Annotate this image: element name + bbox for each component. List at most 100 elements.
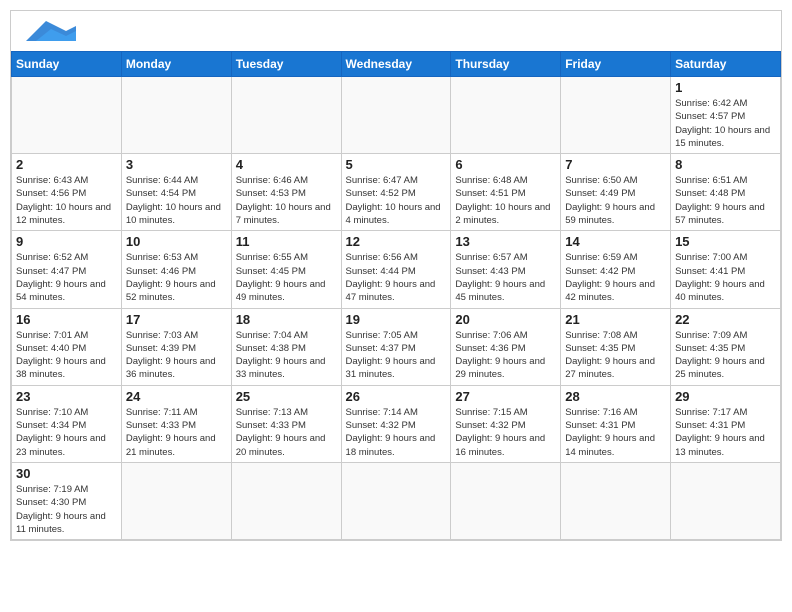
- calendar-cell: [341, 462, 451, 539]
- day-info: Sunrise: 6:53 AM Sunset: 4:46 PM Dayligh…: [126, 251, 227, 304]
- calendar-header-tuesday: Tuesday: [231, 52, 341, 77]
- day-number: 30: [16, 466, 117, 481]
- day-number: 20: [455, 312, 556, 327]
- day-number: 7: [565, 157, 666, 172]
- day-info: Sunrise: 6:48 AM Sunset: 4:51 PM Dayligh…: [455, 174, 556, 227]
- day-number: 18: [236, 312, 337, 327]
- header: [11, 11, 781, 46]
- day-info: Sunrise: 7:16 AM Sunset: 4:31 PM Dayligh…: [565, 406, 666, 459]
- calendar-cell: 23Sunrise: 7:10 AM Sunset: 4:34 PM Dayli…: [12, 385, 122, 462]
- day-number: 14: [565, 234, 666, 249]
- day-number: 6: [455, 157, 556, 172]
- day-number: 3: [126, 157, 227, 172]
- day-info: Sunrise: 7:04 AM Sunset: 4:38 PM Dayligh…: [236, 329, 337, 382]
- calendar-week-row: 16 Sunrise: 7:01 AM Sunset: 4:40 PM Dayli…: [12, 308, 781, 385]
- day-number: 26: [346, 389, 447, 404]
- day-info: Sunrise: 7:11 AM Sunset: 4:33 PM Dayligh…: [126, 406, 227, 459]
- calendar-cell: 8 Sunrise: 6:51 AM Sunset: 4:48 PM Daylig…: [671, 154, 781, 231]
- day-number: 22: [675, 312, 776, 327]
- day-info: Sunrise: 7:06 AM Sunset: 4:36 PM Dayligh…: [455, 329, 556, 382]
- calendar-page: SundayMondayTuesdayWednesdayThursdayFrid…: [10, 10, 782, 541]
- calendar-cell: 16 Sunrise: 7:01 AM Sunset: 4:40 PM Dayli…: [12, 308, 122, 385]
- calendar-cell: [561, 462, 671, 539]
- calendar-week-row: 1Sunrise: 6:42 AM Sunset: 4:57 PM Daylig…: [12, 77, 781, 154]
- calendar-cell: 27Sunrise: 7:15 AM Sunset: 4:32 PM Dayli…: [451, 385, 561, 462]
- calendar-cell: 20 Sunrise: 7:06 AM Sunset: 4:36 PM Dayli…: [451, 308, 561, 385]
- day-info: Sunrise: 7:14 AM Sunset: 4:32 PM Dayligh…: [346, 406, 447, 459]
- day-number: 29: [675, 389, 776, 404]
- day-number: 28: [565, 389, 666, 404]
- calendar-cell: [671, 462, 781, 539]
- day-number: 13: [455, 234, 556, 249]
- day-number: 1: [675, 80, 776, 95]
- calendar-header-sunday: Sunday: [12, 52, 122, 77]
- calendar-cell: 24 Sunrise: 7:11 AM Sunset: 4:33 PM Dayli…: [121, 385, 231, 462]
- day-number: 17: [126, 312, 227, 327]
- day-info: Sunrise: 7:00 AM Sunset: 4:41 PM Dayligh…: [675, 251, 776, 304]
- calendar-cell: 7 Sunrise: 6:50 AM Sunset: 4:49 PM Daylig…: [561, 154, 671, 231]
- calendar-cell: 5 Sunrise: 6:47 AM Sunset: 4:52 PM Daylig…: [341, 154, 451, 231]
- calendar-cell: [561, 77, 671, 154]
- day-number: 11: [236, 234, 337, 249]
- day-number: 16: [16, 312, 117, 327]
- day-info: Sunrise: 6:55 AM Sunset: 4:45 PM Dayligh…: [236, 251, 337, 304]
- day-info: Sunrise: 6:57 AM Sunset: 4:43 PM Dayligh…: [455, 251, 556, 304]
- calendar-table: SundayMondayTuesdayWednesdayThursdayFrid…: [11, 51, 781, 540]
- calendar-cell: 30Sunrise: 7:19 AM Sunset: 4:30 PM Dayli…: [12, 462, 122, 539]
- calendar-cell: 19Sunrise: 7:05 AM Sunset: 4:37 PM Dayli…: [341, 308, 451, 385]
- day-info: Sunrise: 7:03 AM Sunset: 4:39 PM Dayligh…: [126, 329, 227, 382]
- day-info: Sunrise: 7:10 AM Sunset: 4:34 PM Dayligh…: [16, 406, 117, 459]
- calendar-cell: 13 Sunrise: 6:57 AM Sunset: 4:43 PM Dayli…: [451, 231, 561, 308]
- calendar-header-wednesday: Wednesday: [341, 52, 451, 77]
- day-info: Sunrise: 7:13 AM Sunset: 4:33 PM Dayligh…: [236, 406, 337, 459]
- day-number: 8: [675, 157, 776, 172]
- calendar-cell: 21 Sunrise: 7:08 AM Sunset: 4:35 PM Dayli…: [561, 308, 671, 385]
- day-number: 5: [346, 157, 447, 172]
- day-number: 24: [126, 389, 227, 404]
- day-info: Sunrise: 6:56 AM Sunset: 4:44 PM Dayligh…: [346, 251, 447, 304]
- calendar-cell: [341, 77, 451, 154]
- day-info: Sunrise: 6:51 AM Sunset: 4:48 PM Dayligh…: [675, 174, 776, 227]
- calendar-cell: [12, 77, 122, 154]
- day-number: 2: [16, 157, 117, 172]
- calendar-cell: 15 Sunrise: 7:00 AM Sunset: 4:41 PM Dayli…: [671, 231, 781, 308]
- day-number: 9: [16, 234, 117, 249]
- day-info: Sunrise: 7:08 AM Sunset: 4:35 PM Dayligh…: [565, 329, 666, 382]
- day-number: 10: [126, 234, 227, 249]
- day-number: 15: [675, 234, 776, 249]
- calendar-header-row: SundayMondayTuesdayWednesdayThursdayFrid…: [12, 52, 781, 77]
- calendar-cell: 9 Sunrise: 6:52 AM Sunset: 4:47 PM Daylig…: [12, 231, 122, 308]
- calendar-cell: 29Sunrise: 7:17 AM Sunset: 4:31 PM Dayli…: [671, 385, 781, 462]
- calendar-cell: 11 Sunrise: 6:55 AM Sunset: 4:45 PM Dayli…: [231, 231, 341, 308]
- day-info: Sunrise: 6:44 AM Sunset: 4:54 PM Dayligh…: [126, 174, 227, 227]
- calendar-cell: 18 Sunrise: 7:04 AM Sunset: 4:38 PM Dayli…: [231, 308, 341, 385]
- calendar-week-row: 23Sunrise: 7:10 AM Sunset: 4:34 PM Dayli…: [12, 385, 781, 462]
- calendar-header-thursday: Thursday: [451, 52, 561, 77]
- calendar-cell: [451, 462, 561, 539]
- calendar-cell: 22 Sunrise: 7:09 AM Sunset: 4:35 PM Dayli…: [671, 308, 781, 385]
- day-info: Sunrise: 6:47 AM Sunset: 4:52 PM Dayligh…: [346, 174, 447, 227]
- calendar-cell: [231, 77, 341, 154]
- calendar-cell: 6 Sunrise: 6:48 AM Sunset: 4:51 PM Daylig…: [451, 154, 561, 231]
- day-info: Sunrise: 6:50 AM Sunset: 4:49 PM Dayligh…: [565, 174, 666, 227]
- day-info: Sunrise: 7:05 AM Sunset: 4:37 PM Dayligh…: [346, 329, 447, 382]
- day-info: Sunrise: 6:52 AM Sunset: 4:47 PM Dayligh…: [16, 251, 117, 304]
- day-number: 4: [236, 157, 337, 172]
- calendar-header-saturday: Saturday: [671, 52, 781, 77]
- calendar-header-friday: Friday: [561, 52, 671, 77]
- calendar-week-row: 30Sunrise: 7:19 AM Sunset: 4:30 PM Dayli…: [12, 462, 781, 539]
- day-number: 21: [565, 312, 666, 327]
- day-info: Sunrise: 6:43 AM Sunset: 4:56 PM Dayligh…: [16, 174, 117, 227]
- calendar-week-row: 9 Sunrise: 6:52 AM Sunset: 4:47 PM Daylig…: [12, 231, 781, 308]
- day-number: 12: [346, 234, 447, 249]
- calendar-cell: [231, 462, 341, 539]
- logo-icon: [26, 21, 76, 41]
- calendar-cell: 2 Sunrise: 6:43 AM Sunset: 4:56 PM Daylig…: [12, 154, 122, 231]
- calendar-cell: 25Sunrise: 7:13 AM Sunset: 4:33 PM Dayli…: [231, 385, 341, 462]
- calendar-week-row: 2 Sunrise: 6:43 AM Sunset: 4:56 PM Daylig…: [12, 154, 781, 231]
- day-info: Sunrise: 6:59 AM Sunset: 4:42 PM Dayligh…: [565, 251, 666, 304]
- day-info: Sunrise: 7:01 AM Sunset: 4:40 PM Dayligh…: [16, 329, 117, 382]
- day-info: Sunrise: 7:09 AM Sunset: 4:35 PM Dayligh…: [675, 329, 776, 382]
- calendar-cell: [451, 77, 561, 154]
- logo: [26, 21, 76, 41]
